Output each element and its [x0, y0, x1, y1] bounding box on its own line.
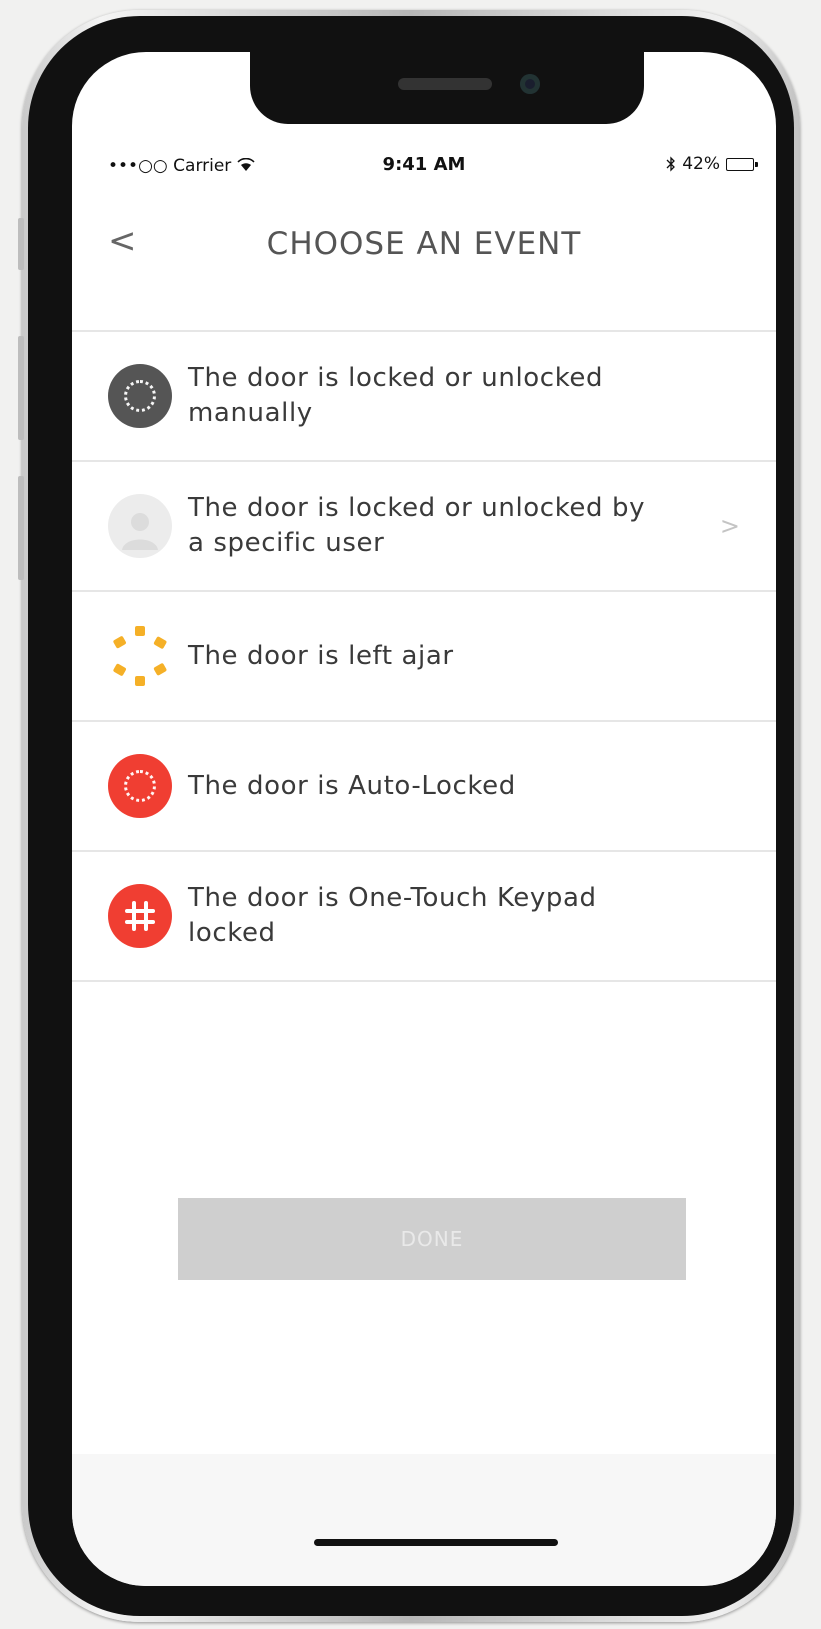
front-camera — [520, 74, 540, 94]
speaker-grille — [398, 78, 492, 90]
notch — [250, 52, 644, 124]
event-label: The door is left ajar — [188, 640, 454, 671]
event-row-keypad[interactable]: The door is One-Touch Keypad locked — [72, 852, 776, 982]
lock-circle-icon — [108, 364, 172, 428]
event-label: The door is Auto-Locked — [188, 770, 516, 801]
bluetooth-icon — [666, 156, 676, 172]
volume-down-button — [18, 476, 24, 580]
event-row-manual[interactable]: The door is locked or unlocked manually — [72, 332, 776, 462]
page-title: CHOOSE AN EVENT — [266, 226, 582, 262]
battery-percent: 42% — [682, 154, 720, 174]
bottom-area — [72, 1454, 776, 1586]
nav-bar: < CHOOSE AN EVENT — [72, 212, 776, 276]
status-bar: •••○○ Carrier 9:41 AM 42% — [72, 152, 776, 182]
ajar-icon — [108, 624, 172, 688]
hash-glyph — [125, 901, 155, 931]
volume-up-button — [18, 336, 24, 440]
done-button[interactable]: DONE — [178, 1198, 686, 1280]
event-list: The door is locked or unlocked manually … — [72, 330, 776, 982]
event-row-specific-user[interactable]: The door is locked or unlocked by a spec… — [72, 462, 776, 592]
ajar-segments — [113, 626, 167, 686]
lock-dots — [124, 380, 156, 412]
auto-lock-dots — [124, 770, 156, 802]
event-label: The door is locked or unlocked manually — [188, 363, 604, 428]
event-label: The door is One-Touch Keypad locked — [188, 883, 597, 948]
auto-lock-icon — [108, 754, 172, 818]
event-label: The door is locked or unlocked by a spec… — [188, 493, 646, 558]
event-row-ajar[interactable]: The door is left ajar — [72, 592, 776, 722]
chevron-right-icon: > — [719, 512, 740, 540]
user-avatar-icon — [108, 494, 172, 558]
mute-switch — [18, 218, 24, 270]
user-silhouette — [122, 513, 158, 550]
event-row-auto-locked[interactable]: The door is Auto-Locked — [72, 722, 776, 852]
battery-icon — [726, 157, 758, 171]
screen: •••○○ Carrier 9:41 AM 42% < CHOOSE AN EV… — [72, 52, 776, 1586]
home-indicator[interactable] — [314, 1539, 558, 1546]
status-right: 42% — [666, 154, 758, 174]
keypad-icon — [108, 884, 172, 948]
